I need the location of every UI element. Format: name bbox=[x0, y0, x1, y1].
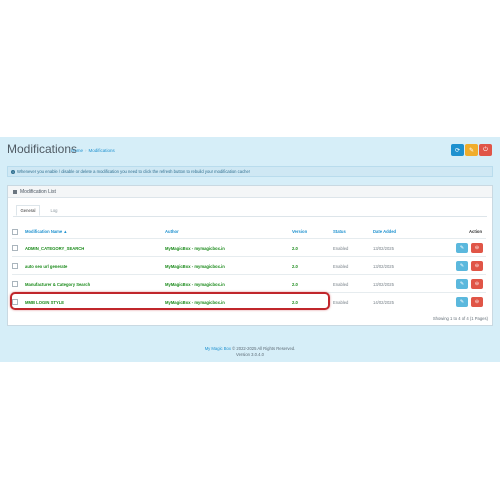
minus-circle-icon: ⊖ bbox=[474, 245, 480, 251]
modification-status: Enabled bbox=[333, 263, 349, 269]
delete-button[interactable]: ⊖ bbox=[471, 261, 483, 271]
modification-version: 2.0 bbox=[292, 263, 298, 269]
breadcrumb-modifications[interactable]: Modifications bbox=[89, 148, 115, 153]
breadcrumb-home[interactable]: Home bbox=[71, 148, 83, 153]
modification-name: ADMIN_CATEGORY_SEARCH bbox=[25, 245, 85, 251]
modification-name: auto seo url generate bbox=[25, 263, 68, 269]
tab-bar: General Log bbox=[13, 205, 487, 217]
refresh-icon: ⟳ bbox=[454, 147, 461, 154]
power-off-icon: ⏻ bbox=[483, 146, 488, 153]
list-icon bbox=[13, 189, 17, 194]
pencil-icon: ✎ bbox=[459, 299, 465, 305]
power-off-button[interactable]: ⏻ bbox=[479, 144, 492, 156]
modification-date: 13/02/2025 bbox=[373, 263, 394, 269]
info-alert: i Whenever you enable / disable or delet… bbox=[7, 166, 493, 177]
modification-version: 2.0 bbox=[292, 245, 298, 251]
footer-version: Version 3.0.4.0 bbox=[236, 352, 264, 357]
modification-date: 13/02/2025 bbox=[373, 281, 394, 287]
modification-author: MyMagicBox - mymagicbox.in bbox=[165, 245, 225, 251]
col-action: Action bbox=[469, 229, 483, 234]
col-name[interactable]: Modification Name ▲ bbox=[25, 226, 67, 237]
edit-button[interactable]: ✎ bbox=[456, 243, 468, 253]
tab-general[interactable]: General bbox=[16, 205, 40, 216]
table-row: Manufacturer & Category Search MyMagicBo… bbox=[12, 274, 486, 293]
tab-log[interactable]: Log bbox=[47, 205, 61, 216]
footer-copyright: © 2022-2025 All Rights Reserved. bbox=[232, 346, 296, 351]
pencil-icon: ✎ bbox=[459, 263, 465, 269]
modification-status: Enabled bbox=[333, 245, 349, 251]
row-checkbox[interactable] bbox=[12, 263, 18, 269]
modification-name: Manufacturer & Category Search bbox=[25, 281, 91, 287]
row-checkbox[interactable] bbox=[12, 281, 18, 287]
table-row: auto seo url generate MyMagicBox - mymag… bbox=[12, 256, 486, 275]
edit-button[interactable]: ✎ bbox=[456, 297, 468, 307]
refresh-button[interactable]: ⟳ bbox=[451, 144, 464, 156]
col-author[interactable]: Author bbox=[165, 226, 179, 237]
minus-circle-icon: ⊖ bbox=[474, 281, 480, 287]
modification-author: MyMagicBox - mymagicbox.in bbox=[165, 263, 225, 269]
pencil-icon: ✎ bbox=[459, 281, 465, 287]
eraser-icon: ✎ bbox=[468, 147, 475, 154]
modification-status: Enabled bbox=[333, 281, 349, 287]
modification-status: Enabled bbox=[333, 299, 349, 305]
col-date[interactable]: Date Added bbox=[373, 226, 396, 237]
minus-circle-icon: ⊖ bbox=[474, 263, 480, 269]
col-status[interactable]: Status bbox=[333, 226, 346, 237]
modification-date: 14/02/2025 bbox=[373, 299, 394, 305]
clear-button[interactable]: ✎ bbox=[465, 144, 478, 156]
panel-heading: Modification List bbox=[8, 186, 492, 198]
table-header: Modification Name ▲ Author Version Status… bbox=[5, 226, 486, 237]
alert-text: Whenever you enable / disable or delete … bbox=[17, 169, 251, 174]
modification-date: 13/02/2025 bbox=[373, 245, 394, 251]
breadcrumb: Home › Modifications bbox=[71, 148, 115, 153]
minus-circle-icon: ⊖ bbox=[474, 299, 480, 305]
table-row: ADMIN_CATEGORY_SEARCH MyMagicBox - mymag… bbox=[12, 238, 486, 257]
modification-version: 2.0 bbox=[292, 281, 298, 287]
modification-author: MyMagicBox - mymagicbox.in bbox=[165, 281, 225, 287]
panel-title: Modification List bbox=[20, 188, 56, 195]
col-version[interactable]: Version bbox=[292, 226, 307, 237]
footer-brand-link[interactable]: My Magic Box bbox=[205, 346, 231, 351]
row-checkbox[interactable] bbox=[12, 245, 18, 251]
delete-button[interactable]: ⊖ bbox=[471, 297, 483, 307]
pagination-summary: Showing 1 to 4 of 4 (1 Pages) bbox=[432, 316, 488, 321]
delete-button[interactable]: ⊖ bbox=[471, 243, 483, 253]
select-all-checkbox[interactable] bbox=[12, 228, 18, 235]
delete-button[interactable]: ⊖ bbox=[471, 279, 483, 289]
info-icon: i bbox=[11, 169, 15, 174]
footer: My Magic Box © 2022-2025 All Rights Rese… bbox=[0, 346, 500, 358]
highlight-box bbox=[10, 292, 330, 310]
pencil-icon: ✎ bbox=[459, 245, 465, 251]
edit-button[interactable]: ✎ bbox=[456, 261, 468, 271]
edit-button[interactable]: ✎ bbox=[456, 279, 468, 289]
page-title: Modifications bbox=[7, 142, 78, 156]
